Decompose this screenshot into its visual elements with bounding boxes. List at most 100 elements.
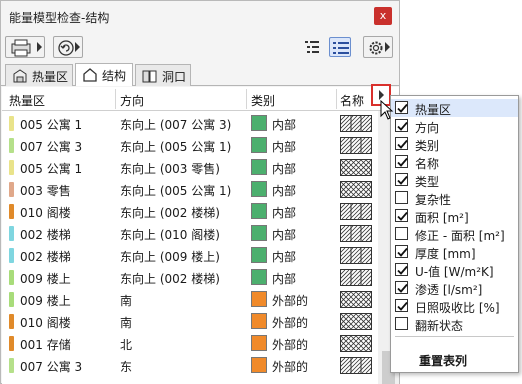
category-cell: 外部的 bbox=[272, 360, 309, 374]
zone-cell: 002 楼梯 bbox=[20, 228, 71, 242]
tab-zones[interactable]: 热量区 bbox=[5, 64, 73, 86]
zone-color-swatch bbox=[9, 226, 14, 241]
table-row[interactable]: 007 公寓 3 东向上 (005 公寓 1) 内部 bbox=[2, 135, 378, 157]
checkbox-unchecked-icon[interactable] bbox=[395, 191, 408, 204]
menu-item-label: 厚度 [mm] bbox=[415, 247, 476, 261]
house-icon bbox=[83, 68, 97, 82]
menu-item-column-toggle[interactable]: 修正 - 面积 [m²] bbox=[391, 225, 518, 243]
checkbox-checked-icon[interactable] bbox=[395, 281, 408, 294]
zone-cell: 010 阁楼 bbox=[20, 206, 71, 220]
table-row[interactable]: 009 楼上 南 外部的 bbox=[2, 289, 378, 311]
category-color-swatch bbox=[251, 335, 267, 351]
checkbox-checked-icon[interactable] bbox=[395, 245, 408, 258]
reset-columns-item[interactable]: 重置表列 bbox=[419, 352, 467, 369]
checkbox-checked-icon[interactable] bbox=[395, 299, 408, 312]
category-cell: 内部 bbox=[272, 206, 297, 220]
category-cell: 内部 bbox=[272, 162, 297, 176]
column-visibility-menu: 热量区 方向 类别 名称类型复杂性面积 [m²] 修正 - 面积 [m²] 厚度 [mm]… bbox=[390, 95, 519, 373]
category-cell: 内部 bbox=[272, 184, 297, 198]
list-view-button[interactable] bbox=[329, 37, 351, 57]
menu-item-column-toggle[interactable]: 类型 bbox=[391, 171, 518, 189]
checkbox-unchecked-icon[interactable] bbox=[395, 227, 408, 240]
column-header-direction[interactable]: 方向 bbox=[120, 92, 144, 109]
column-header-name[interactable]: 名称 bbox=[340, 92, 364, 109]
category-color-swatch bbox=[251, 137, 267, 153]
direction-cell: 北 bbox=[120, 338, 133, 352]
table-row[interactable]: 002 楼梯 东向上 (009 楼上) 内部 bbox=[2, 245, 378, 267]
tab-label: 结构 bbox=[102, 69, 127, 83]
energy-model-review-window: 能量模型检查-结构 x 热量区 结构 洞口 热量区 方向 类别 名称 005 公… bbox=[0, 0, 400, 384]
table-row[interactable]: 002 楼梯 东向上 (010 阁楼) 内部 bbox=[2, 223, 378, 245]
printer-menu-button[interactable] bbox=[5, 36, 45, 58]
column-header-zone[interactable]: 热量区 bbox=[9, 92, 45, 109]
dropdown-arrow-icon bbox=[385, 42, 390, 52]
menu-divider bbox=[395, 336, 514, 337]
menu-item-column-toggle[interactable]: 方向 bbox=[391, 117, 518, 135]
checkbox-checked-icon[interactable] bbox=[395, 119, 408, 132]
menu-item-column-toggle[interactable]: 厚度 [mm] bbox=[391, 243, 518, 261]
menu-item-column-toggle[interactable]: 名称 bbox=[391, 153, 518, 171]
menu-item-label: 面积 [m²] bbox=[415, 211, 469, 225]
tab-structures[interactable]: 结构 bbox=[75, 63, 133, 86]
table-row[interactable]: 001 存储 北 外部的 bbox=[2, 333, 378, 355]
mouse-cursor-icon bbox=[380, 100, 394, 120]
menu-item-column-toggle[interactable]: U-值 [W/m²K] bbox=[391, 261, 518, 279]
table-row[interactable]: 005 公寓 1 东向上 (003 零售) 内部 bbox=[2, 157, 378, 179]
tab-openings[interactable]: 洞口 bbox=[135, 64, 191, 86]
zone-cell: 005 公寓 1 bbox=[20, 118, 83, 132]
crosshatch-pattern-icon bbox=[340, 159, 372, 176]
menu-item-column-toggle[interactable]: 类别 bbox=[391, 135, 518, 153]
category-color-swatch bbox=[251, 357, 267, 373]
table-row[interactable]: 005 公寓 1 东向上 (007 公寓 3) 内部 bbox=[2, 113, 378, 135]
menu-item-column-toggle[interactable]: 面积 [m²] bbox=[391, 207, 518, 225]
category-cell: 外部的 bbox=[272, 294, 309, 308]
checkbox-checked-icon[interactable] bbox=[395, 209, 408, 222]
table-row[interactable]: 009 楼上 东向上 (002 楼梯) 内部 bbox=[2, 267, 378, 289]
menu-item-column-toggle[interactable]: 翻新状态 bbox=[391, 315, 518, 333]
settings-menu-button[interactable] bbox=[363, 36, 393, 58]
category-color-swatch bbox=[251, 313, 267, 329]
menu-item-label: 类型 bbox=[415, 175, 440, 189]
zone-color-swatch bbox=[9, 358, 14, 373]
menu-item-column-toggle[interactable]: 日照吸收比 [%] bbox=[391, 297, 518, 315]
zone-color-swatch bbox=[9, 292, 14, 307]
table-row[interactable]: 010 阁楼 东向上 (002 楼梯) 内部 bbox=[2, 201, 378, 223]
table-row[interactable]: 007 公寓 3 东 外部的 bbox=[2, 355, 378, 377]
menu-item-label: 热量区 bbox=[415, 103, 452, 117]
direction-cell: 东向上 (005 公寓 1) bbox=[120, 184, 232, 198]
zone-cell: 009 楼上 bbox=[20, 272, 71, 286]
category-color-swatch bbox=[251, 269, 267, 285]
checkbox-checked-icon[interactable] bbox=[395, 155, 408, 168]
direction-cell: 南 bbox=[120, 316, 133, 330]
menu-item-label: 日照吸收比 [%] bbox=[415, 301, 500, 315]
tab-label: 热量区 bbox=[32, 70, 69, 84]
category-cell: 内部 bbox=[272, 228, 297, 242]
menu-item-column-toggle[interactable]: 渗透 [l/sm²] bbox=[391, 279, 518, 297]
toolbar bbox=[1, 32, 399, 62]
checkbox-checked-icon[interactable] bbox=[395, 173, 408, 186]
hatch-pattern-icon bbox=[340, 203, 372, 220]
title-bar[interactable]: 能量模型检查-结构 x bbox=[1, 1, 399, 31]
dropdown-arrow-icon bbox=[75, 42, 80, 52]
checkbox-checked-icon[interactable] bbox=[395, 263, 408, 276]
menu-item-label: 复杂性 bbox=[415, 193, 452, 207]
zone-color-swatch bbox=[9, 182, 14, 197]
gear-icon bbox=[369, 41, 383, 55]
checkbox-checked-icon[interactable] bbox=[395, 137, 408, 150]
crosshatch-pattern-icon bbox=[340, 313, 372, 330]
table-row[interactable]: 003 零售 东向上 (005 公寓 1) 内部 bbox=[2, 179, 378, 201]
direction-cell: 东向上 (005 公寓 1) bbox=[120, 140, 232, 154]
checkbox-unchecked-icon[interactable] bbox=[395, 317, 408, 330]
table-row[interactable]: 010 阁楼 南 外部的 bbox=[2, 311, 378, 333]
tree-view-button[interactable] bbox=[301, 37, 323, 57]
close-button[interactable]: x bbox=[374, 7, 392, 25]
category-cell: 内部 bbox=[272, 140, 297, 154]
direction-cell: 东向上 (002 楼梯) bbox=[120, 206, 220, 220]
menu-item-column-toggle[interactable]: 热量区 bbox=[391, 99, 518, 117]
dropdown-arrow-icon bbox=[37, 42, 42, 52]
checkbox-checked-icon[interactable] bbox=[395, 101, 408, 114]
menu-item-column-toggle[interactable]: 复杂性 bbox=[391, 189, 518, 207]
hatch-pattern-icon bbox=[340, 269, 372, 286]
column-header-category[interactable]: 类别 bbox=[251, 92, 275, 109]
refresh-menu-button[interactable] bbox=[53, 36, 83, 58]
